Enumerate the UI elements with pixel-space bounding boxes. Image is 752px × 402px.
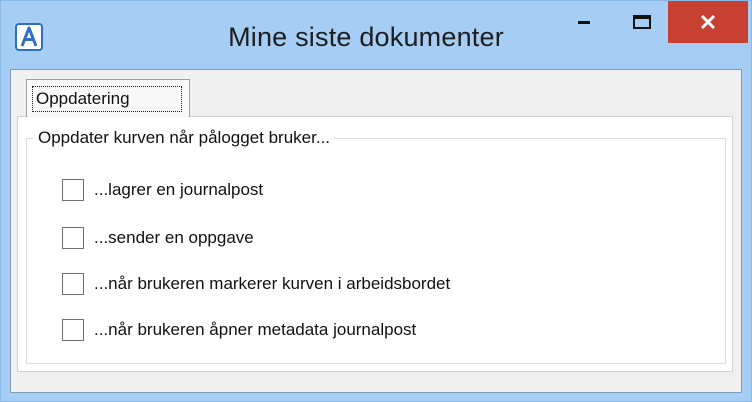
- checkbox[interactable]: [62, 319, 84, 341]
- maximize-button[interactable]: [617, 1, 667, 43]
- checkbox[interactable]: [62, 273, 84, 295]
- maximize-icon: [633, 15, 651, 29]
- option-apner-metadata[interactable]: ...når brukeren åpner metadata journalpo…: [62, 316, 416, 344]
- option-lagrer-journalpost[interactable]: ...lagrer en journalpost: [62, 176, 263, 204]
- tab-label: Oppdatering: [32, 86, 182, 112]
- option-label: ...når brukeren åpner metadata journalpo…: [94, 320, 417, 339]
- groupbox-title: Oppdater kurven når pålogget bruker...: [34, 127, 335, 149]
- option-label: ...når brukeren markerer kurven i arbeid…: [94, 274, 451, 293]
- option-markerer-kurven[interactable]: ...når brukeren markerer kurven i arbeid…: [62, 270, 450, 298]
- option-label: ...lagrer en journalpost: [94, 180, 264, 199]
- checkbox[interactable]: [62, 227, 84, 249]
- option-sender-oppgave[interactable]: ...sender en oppgave: [62, 224, 254, 252]
- close-button[interactable]: [668, 1, 748, 43]
- minimize-button[interactable]: [559, 1, 609, 43]
- checkbox[interactable]: [62, 179, 84, 201]
- tab-oppdatering[interactable]: Oppdatering: [26, 79, 190, 117]
- close-icon: [700, 14, 716, 30]
- title-bar[interactable]: Mine siste dokumenter: [1, 1, 751, 69]
- option-label: ...sender en oppgave: [94, 228, 254, 247]
- minimize-icon: [578, 21, 590, 24]
